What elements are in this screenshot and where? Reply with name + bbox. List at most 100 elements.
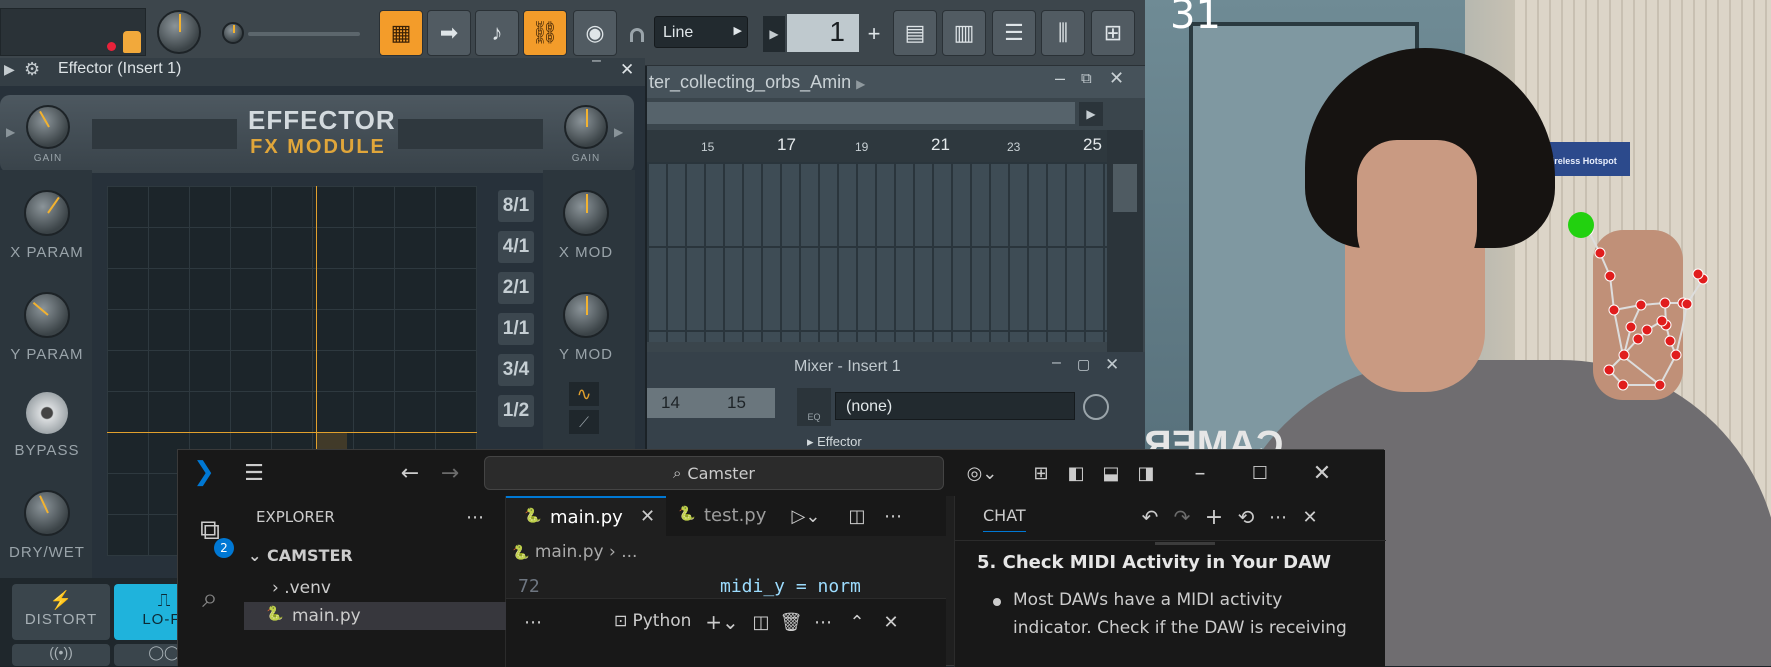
close-icon[interactable]: ✕	[1109, 68, 1124, 89]
minimize-icon[interactable]: –	[592, 52, 601, 70]
more-actions-icon[interactable]: ⋯	[878, 502, 908, 530]
chevron-right-icon[interactable]: ▶	[4, 61, 15, 78]
mixer-fx-slot[interactable]: (none)	[835, 392, 1075, 420]
chevron-right-icon[interactable]: ▶	[6, 125, 15, 139]
chevron-right-icon[interactable]: ▶	[614, 125, 623, 139]
master-pitch-knob[interactable]	[222, 22, 244, 44]
back-arrow-icon[interactable]: ←	[395, 458, 425, 488]
tab-main-py[interactable]: 🐍 main.py ✕	[506, 496, 666, 536]
tab-test-py[interactable]: 🐍 test.py	[666, 496, 776, 536]
run-icon[interactable]: ▷⌄	[784, 502, 828, 530]
dry-wet-knob[interactable]	[24, 490, 70, 536]
more-actions-icon[interactable]: ⋯	[460, 502, 490, 532]
y-mod-knob[interactable]	[563, 292, 609, 338]
ratio-button[interactable]: 4/1	[498, 231, 534, 263]
gear-icon[interactable]: ⚙	[24, 59, 40, 80]
maximize-icon[interactable]: ⧉	[1081, 70, 1092, 87]
toggle-secondary-sidebar-icon[interactable]: ◨	[1131, 458, 1161, 488]
split-editor-icon[interactable]: ◫	[842, 502, 872, 530]
master-pitch-slider[interactable]	[248, 32, 360, 36]
close-icon[interactable]: ✕	[620, 60, 634, 80]
history-icon[interactable]: ⟲	[1231, 502, 1261, 532]
close-icon[interactable]: ✕	[1105, 355, 1119, 375]
clock-icon[interactable]	[1083, 394, 1109, 420]
channel-rack-icon[interactable]: ☰	[992, 10, 1036, 56]
add-pattern-button[interactable]: +	[862, 16, 886, 52]
recording-icon[interactable]: ♪	[475, 10, 519, 56]
playlist-icon[interactable]: ▤	[893, 10, 937, 56]
toggle-panel-icon[interactable]: ⬓	[1096, 458, 1126, 488]
link-icon[interactable]: ⛓	[523, 10, 567, 56]
ramp-wave-icon[interactable]: ⟋	[569, 410, 599, 434]
ripple-icon[interactable]: ◉	[573, 10, 617, 56]
breadcrumb[interactable]: 🐍 main.py › ...	[512, 542, 637, 562]
minimize-icon[interactable]: –	[1055, 68, 1065, 89]
gain-left-knob[interactable]	[26, 105, 70, 149]
master-volume-knob[interactable]	[157, 10, 201, 54]
more-actions-icon[interactable]: ⋯	[518, 607, 548, 637]
tree-item-main-py[interactable]: 🐍 main.py	[244, 602, 506, 630]
typing-keyboard-icon[interactable]: ▦	[379, 10, 423, 56]
radio-wave-icon[interactable]: ((•))	[12, 644, 110, 666]
tree-item-venv[interactable]: › .venv	[272, 578, 331, 598]
layout-icon[interactable]: ⊞	[1026, 458, 1056, 488]
x-mod-knob[interactable]	[563, 190, 609, 236]
vertical-scrollbar[interactable]	[1107, 130, 1143, 356]
more-actions-icon[interactable]: ⋯	[1263, 502, 1293, 532]
pattern-prev-button[interactable]: ▶	[763, 16, 785, 52]
playlist-scroll-bar[interactable]	[647, 102, 1075, 124]
forward-arrow-icon[interactable]: →	[435, 458, 465, 488]
timeline-ruler[interactable]: 15 17 19 21 23 25	[647, 130, 1107, 162]
ratio-button[interactable]: 1/1	[498, 313, 534, 345]
gain-right-knob[interactable]	[564, 105, 608, 149]
bypass-button[interactable]	[26, 392, 68, 434]
distort-button[interactable]: ⚡ DISTORT	[12, 584, 110, 640]
terminal-tab[interactable]: ⊡ Python	[614, 611, 691, 631]
code-editor[interactable]: 72 midi_y = norm	[506, 574, 946, 598]
scroll-right-button[interactable]: ▶	[1079, 102, 1103, 126]
x-param-knob[interactable]	[24, 190, 70, 236]
minimize-icon[interactable]: –	[1052, 354, 1061, 372]
ratio-button[interactable]: 8/1	[498, 190, 534, 222]
snap-select[interactable]: Line ▶	[654, 16, 748, 48]
folder-row[interactable]: ⌄ CAMSTER	[248, 546, 353, 565]
new-terminal-icon[interactable]: +⌄	[702, 607, 742, 637]
maximize-panel-icon[interactable]: ⌃	[842, 607, 872, 637]
playlist-track-grid[interactable]	[647, 162, 1107, 342]
ratio-button[interactable]: 2/1	[498, 272, 534, 304]
redo-icon[interactable]: ↷	[1167, 502, 1197, 532]
eq-button[interactable]: EQ	[797, 388, 831, 426]
maximize-icon[interactable]: ▢	[1077, 356, 1090, 373]
menu-icon[interactable]: ☰	[236, 458, 272, 488]
copilot-icon[interactable]: ◎⌄	[958, 458, 1006, 488]
close-icon[interactable]: ✕	[1295, 502, 1325, 532]
pattern-selector[interactable]: 1	[787, 14, 859, 52]
window-minimize-icon[interactable]: –	[1180, 458, 1220, 488]
search-icon[interactable]: ⌕	[192, 580, 228, 616]
toggle-sidebar-icon[interactable]: ◧	[1061, 458, 1091, 488]
sine-wave-icon[interactable]: ∿	[569, 382, 599, 406]
step-edit-icon[interactable]: ➡	[427, 10, 471, 56]
mixer-effector-slot[interactable]: ▸ Effector	[807, 434, 862, 450]
new-chat-icon[interactable]: +	[1199, 502, 1229, 532]
close-icon[interactable]: ✕	[876, 607, 906, 637]
ratio-button[interactable]: 3/4	[498, 354, 534, 386]
browser-icon[interactable]: ⊞	[1091, 10, 1135, 56]
mixer-icon[interactable]: ⫼	[1041, 10, 1085, 56]
undo-icon[interactable]: ↶	[1135, 502, 1165, 532]
command-center-search[interactable]: ⌕ Camster	[484, 456, 944, 490]
scroll-thumb[interactable]	[1113, 164, 1137, 212]
close-icon[interactable]: ✕	[640, 506, 655, 527]
ratio-button[interactable]: 1/2	[498, 395, 534, 427]
more-actions-icon[interactable]: ⋯	[808, 607, 838, 637]
window-close-icon[interactable]: ✕	[1302, 458, 1342, 488]
tree-item-label: .venv	[284, 578, 331, 598]
magnet-icon[interactable]	[630, 28, 644, 42]
trash-icon[interactable]: 🗑	[776, 607, 806, 637]
piano-roll-icon[interactable]: ▥	[942, 10, 986, 56]
y-param-knob[interactable]	[24, 292, 70, 338]
split-terminal-icon[interactable]: ◫	[746, 607, 776, 637]
metronome-icon[interactable]	[123, 31, 141, 53]
chat-tab[interactable]: CHAT	[983, 506, 1026, 532]
window-maximize-icon[interactable]: ☐	[1240, 458, 1280, 488]
